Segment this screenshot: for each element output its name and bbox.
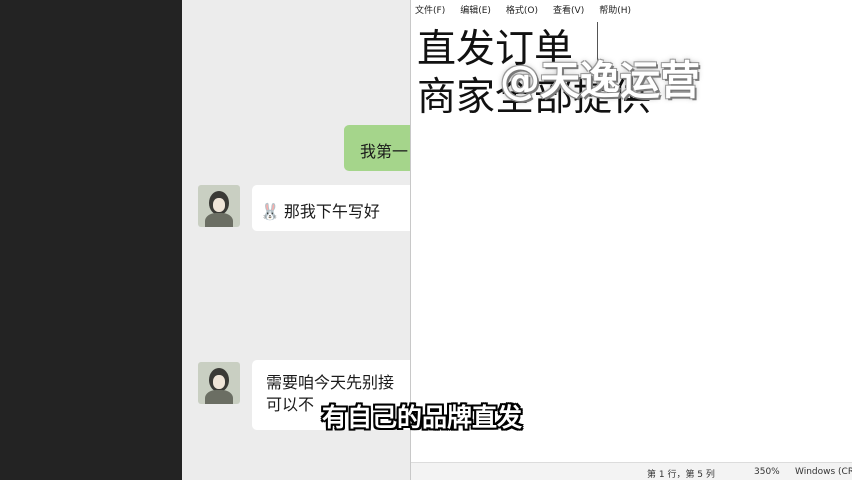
menu-help[interactable]: 帮助(H) (599, 3, 631, 16)
status-bar: 第 1 行，第 5 列 350% Windows (CR (411, 462, 852, 480)
contact-avatar[interactable] (198, 362, 240, 404)
watermark-overlay: @天逸运营 (500, 58, 700, 104)
left-dark-panel (0, 0, 182, 480)
message-text-line: 需要咱今天先别接 (266, 373, 395, 392)
menu-bar: 文件(F) 编辑(E) 格式(O) 查看(V) 帮助(H) (411, 0, 852, 18)
self-message-bubble: 我第一 (344, 125, 410, 171)
video-subtitle: 有自己的品牌直发 (322, 403, 523, 432)
emoji-icon: 🐰 (260, 202, 280, 221)
message-text: 那我下午写好 (283, 202, 380, 221)
cursor-position: 第 1 行，第 5 列 (647, 470, 715, 480)
menu-file[interactable]: 文件(F) (415, 3, 445, 16)
menu-format[interactable]: 格式(O) (506, 3, 538, 16)
line-ending-encoding: Windows (CR (795, 467, 852, 477)
zoom-level: 350% (754, 467, 780, 477)
contact-avatar[interactable] (198, 185, 240, 227)
contact-message-bubble: 🐰 那我下午写好 (252, 185, 410, 231)
menu-view[interactable]: 查看(V) (553, 3, 584, 16)
menu-edit[interactable]: 编辑(E) (460, 3, 491, 16)
